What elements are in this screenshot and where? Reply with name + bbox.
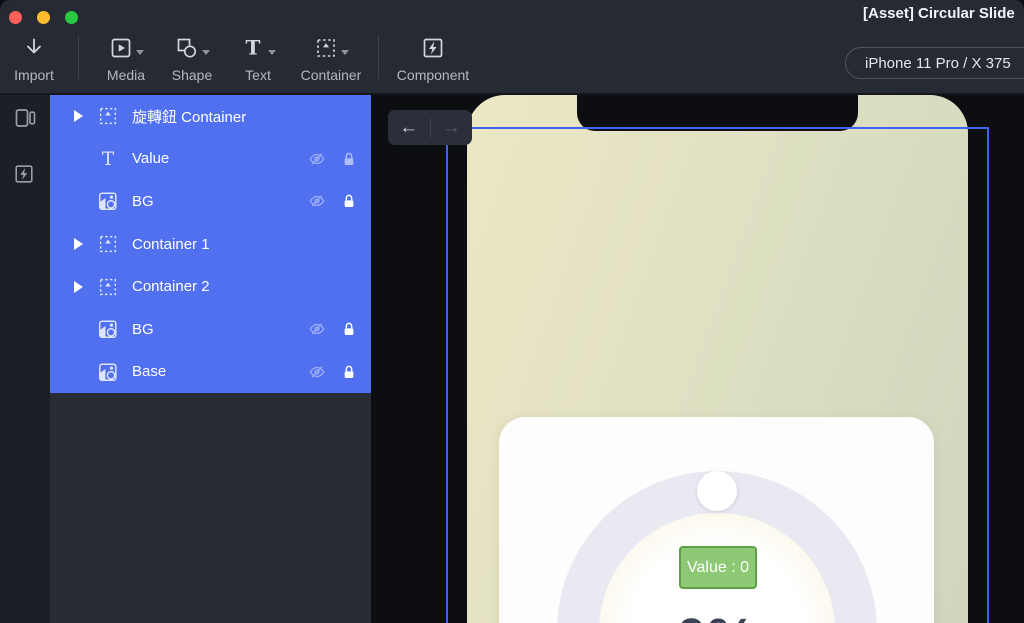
layer-label: Container 1 — [132, 235, 210, 253]
zoom-window-button[interactable] — [65, 11, 78, 24]
svg-text:T: T — [245, 36, 260, 60]
shape-icon — [175, 36, 199, 60]
image-layer-icon — [97, 190, 119, 212]
text-layer-icon: T — [97, 148, 119, 170]
container-label: Container — [300, 67, 362, 83]
layer-row-container-1[interactable]: Container 1 — [50, 223, 371, 266]
media-icon — [109, 36, 133, 60]
device-selector[interactable]: iPhone 11 Pro / X 375 — [845, 47, 1024, 79]
toolbar: [Asset] Circular Slide Import Media Shap… — [0, 0, 1024, 95]
selection-bounds — [446, 127, 989, 623]
left-rail — [0, 95, 50, 623]
text-button[interactable]: T Text — [227, 33, 289, 82]
toolbar-divider — [378, 35, 379, 79]
back-button[interactable]: ← — [388, 110, 430, 145]
image-layer-icon — [97, 318, 119, 340]
forward-button[interactable]: → — [431, 110, 473, 145]
layers-panel: 旋轉鈕 Container T Value BG Container 1 Con… — [50, 95, 371, 393]
container-layer-icon — [97, 276, 119, 298]
window-title: [Asset] Circular Slide — [863, 5, 1015, 22]
import-icon — [22, 33, 46, 63]
component-button[interactable]: Component — [392, 33, 474, 82]
text-icon: T — [241, 36, 265, 60]
text-label: Text — [245, 67, 271, 83]
chevron-down-icon — [267, 49, 276, 55]
visibility-off-icon[interactable] — [308, 363, 326, 381]
minimize-window-button[interactable] — [37, 11, 50, 24]
window-controls — [9, 11, 78, 24]
device-selector-label: iPhone 11 Pro / X 375 — [865, 54, 1011, 72]
visibility-off-icon[interactable] — [308, 192, 326, 210]
media-button[interactable]: Media — [95, 33, 157, 82]
pages-panel-button[interactable] — [13, 106, 37, 130]
layer-row-base[interactable]: Base — [50, 350, 371, 393]
visibility-off-icon[interactable] — [308, 320, 326, 338]
shape-label: Shape — [171, 67, 213, 83]
components-panel-button[interactable] — [13, 163, 37, 187]
component-icon — [15, 165, 33, 183]
lock-icon[interactable] — [341, 192, 357, 210]
layer-row-container-knob[interactable]: 旋轉鈕 Container — [50, 95, 371, 138]
lock-icon[interactable] — [341, 363, 357, 381]
pages-icon — [15, 109, 36, 127]
layer-label: Base — [132, 363, 167, 381]
container-layer-icon — [97, 105, 119, 127]
lock-icon[interactable] — [341, 320, 357, 338]
layer-label: 旋轉鈕 Container — [132, 108, 247, 126]
visibility-off-icon[interactable] — [308, 150, 326, 168]
lock-icon[interactable] — [341, 150, 357, 168]
disclosure-triangle-icon[interactable] — [74, 238, 83, 251]
layer-row-bg-1[interactable]: BG — [50, 180, 371, 223]
layer-row-bg-2[interactable]: BG — [50, 308, 371, 351]
import-button[interactable]: Import — [8, 33, 60, 82]
container-button[interactable]: Container — [293, 33, 369, 82]
layer-label: BG — [132, 192, 154, 210]
layer-row-value[interactable]: T Value — [50, 138, 371, 181]
layer-label: Container 2 — [132, 278, 210, 296]
toolbar-buttons: Import Media Shape T Text Container Comp… — [0, 33, 474, 93]
component-label: Component — [396, 67, 470, 83]
layer-label: Value — [132, 150, 170, 168]
container-icon — [314, 36, 338, 60]
layer-row-container-2[interactable]: Container 2 — [50, 265, 371, 308]
app-window: [Asset] Circular Slide Import Media Shap… — [0, 0, 1024, 623]
svg-text:T: T — [102, 149, 115, 170]
shape-button[interactable]: Shape — [161, 33, 223, 82]
import-label: Import — [14, 67, 54, 83]
disclosure-triangle-icon[interactable] — [74, 110, 83, 123]
container-layer-icon — [97, 233, 119, 255]
close-window-button[interactable] — [9, 11, 22, 24]
image-layer-icon — [97, 361, 119, 383]
layer-label: BG — [132, 320, 154, 338]
canvas[interactable]: Value : 0 0% ← → — [371, 95, 1024, 623]
chevron-down-icon — [135, 49, 144, 55]
phone-notch — [577, 95, 858, 131]
toolbar-divider — [78, 35, 79, 79]
layers-panel-empty-area — [50, 393, 371, 623]
media-label: Media — [106, 67, 146, 83]
chevron-down-icon — [340, 49, 349, 55]
history-nav: ← → — [388, 110, 472, 145]
component-icon — [421, 36, 445, 60]
disclosure-triangle-icon[interactable] — [74, 280, 83, 293]
chevron-down-icon — [201, 49, 210, 55]
